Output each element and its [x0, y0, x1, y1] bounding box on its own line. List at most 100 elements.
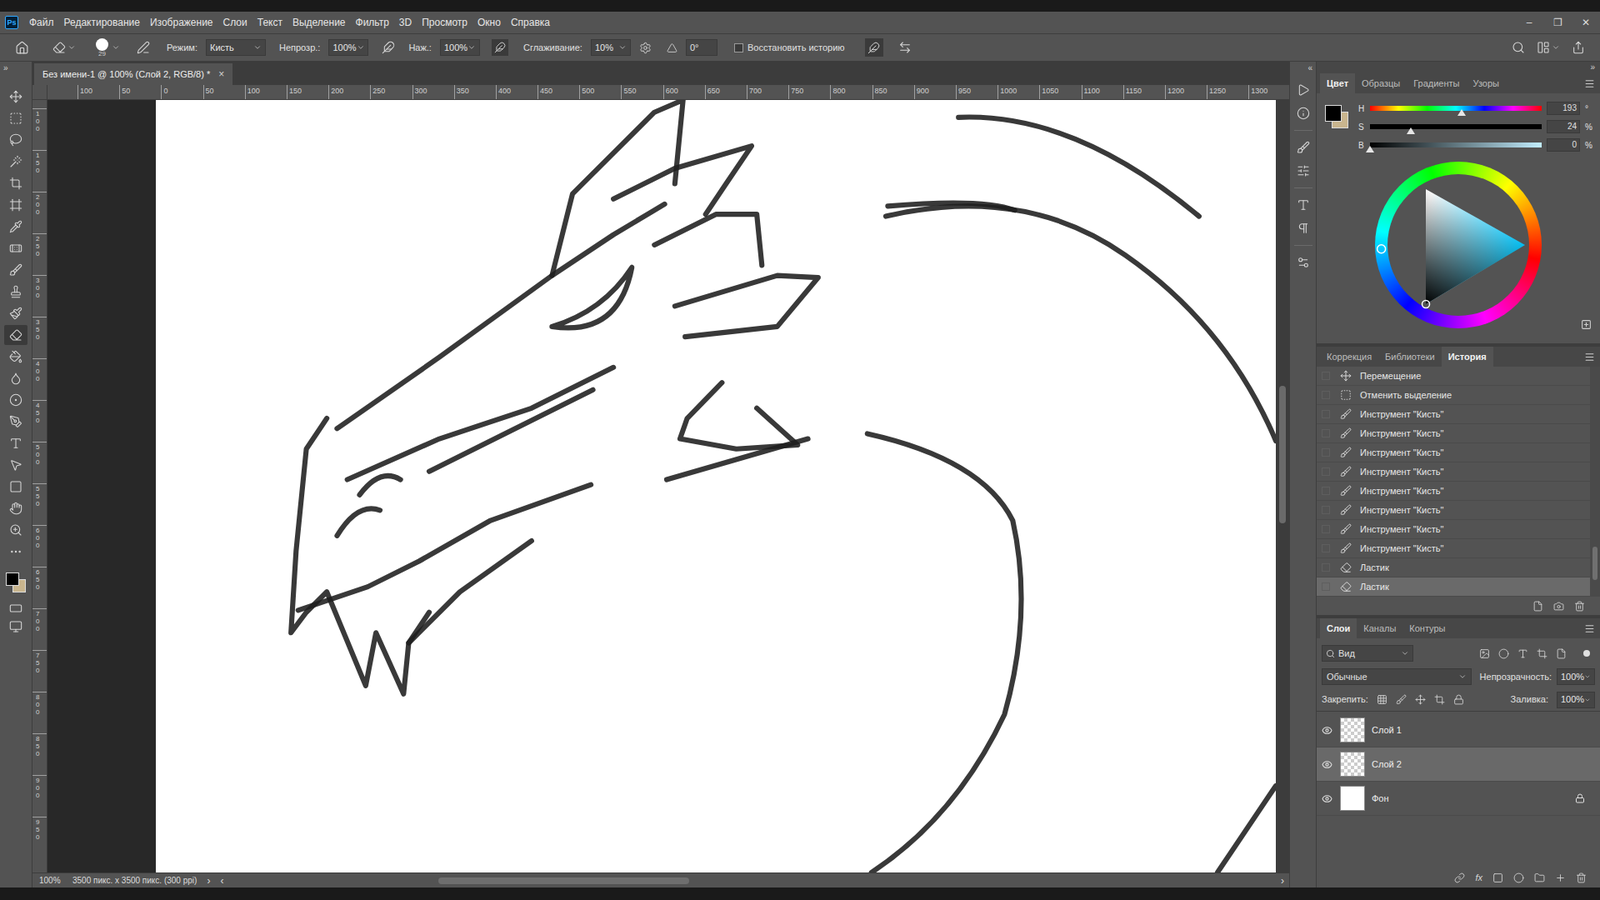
panel-tab[interactable]: Контуры	[1402, 618, 1452, 639]
pressure-size-icon[interactable]	[867, 41, 880, 55]
adjustment-layer-icon[interactable]	[1513, 872, 1525, 884]
lock-all-icon[interactable]	[1453, 694, 1465, 705]
brush-settings-icon[interactable]	[136, 40, 150, 55]
document-canvas[interactable]	[155, 100, 1276, 873]
panel-tab[interactable]: Каналы	[1356, 618, 1403, 639]
visibility-eye-icon[interactable]	[1321, 725, 1333, 736]
menu-item[interactable]: Справка	[506, 15, 555, 30]
menu-item[interactable]: Окно	[473, 15, 505, 30]
scroll-right[interactable]: ›	[1280, 873, 1285, 889]
trash-icon[interactable]	[1574, 600, 1585, 612]
close-tab-button[interactable]: ×	[218, 66, 225, 82]
tool-button[interactable]	[4, 390, 28, 410]
tool-button[interactable]	[4, 476, 28, 497]
history-item[interactable]: Инструмент "Кисть"	[1316, 462, 1590, 482]
menu-item[interactable]: Файл	[25, 15, 59, 30]
tool-button[interactable]	[4, 498, 28, 519]
panel-shortcut-icon[interactable]	[1296, 140, 1310, 155]
window-control[interactable]: ✕	[1571, 11, 1600, 34]
color-wheel[interactable]	[1375, 161, 1542, 329]
channel-value[interactable]: 193	[1546, 101, 1580, 115]
panel-tab[interactable]: Цвет	[1320, 73, 1355, 94]
panel-shortcut-icon[interactable]	[1296, 255, 1310, 270]
visibility-eye-icon[interactable]	[1321, 793, 1333, 805]
color-slider[interactable]	[1370, 105, 1542, 111]
tool-button[interactable]	[4, 346, 28, 367]
horizontal-scrollbar[interactable]	[228, 876, 1276, 885]
slider-thumb[interactable]	[1457, 109, 1466, 116]
scroll-thumb[interactable]	[438, 877, 690, 885]
panels-toggle[interactable]: »	[1316, 61, 1600, 74]
color-swatches[interactable]	[1323, 101, 1354, 132]
history-item[interactable]: Ластик	[1316, 577, 1590, 597]
history-item[interactable]: Инструмент "Кисть"	[1316, 539, 1590, 559]
panel-shortcut-icon[interactable]	[1296, 198, 1310, 212]
menu-item[interactable]: Текст	[253, 15, 287, 30]
visibility-eye-icon[interactable]	[1321, 759, 1333, 770]
quick-mask-icon[interactable]	[9, 601, 23, 615]
panel-shortcut-icon[interactable]	[1296, 164, 1310, 178]
history-item[interactable]: Ластик	[1316, 558, 1590, 578]
adjustment-filter-icon[interactable]	[1498, 648, 1510, 660]
panel-menu-icon[interactable]	[1584, 78, 1595, 90]
hue-marker[interactable]	[1377, 245, 1386, 254]
search-icon[interactable]	[1511, 40, 1525, 55]
layer-row[interactable]: Фон	[1316, 781, 1600, 816]
layer-mask-icon[interactable]	[1492, 872, 1504, 884]
layer-effects-button[interactable]: fx	[1475, 870, 1483, 885]
tool-button[interactable]	[4, 108, 28, 129]
symmetry-icon[interactable]	[898, 40, 912, 55]
flow-field[interactable]: 100%	[440, 39, 480, 56]
toolbar-toggle[interactable]: »	[0, 61, 32, 75]
blend-mode-select[interactable]: Обычные	[1321, 668, 1472, 685]
icon-column-toggle[interactable]: «	[1290, 61, 1316, 75]
color-slider[interactable]	[1370, 124, 1542, 130]
lock-artboard-icon[interactable]	[1434, 694, 1445, 705]
color-slider[interactable]	[1370, 142, 1542, 148]
panel-shortcut-icon[interactable]	[1296, 83, 1310, 97]
history-scrollbar[interactable]	[1590, 366, 1600, 597]
workspace-icon[interactable]	[1536, 40, 1550, 55]
opacity-field[interactable]: 100%	[328, 39, 369, 56]
history-item[interactable]: Перемещение	[1316, 366, 1590, 386]
vertical-scrollbar[interactable]	[1275, 100, 1290, 873]
tool-button[interactable]	[4, 173, 28, 194]
tool-button[interactable]	[4, 303, 28, 324]
panel-tab[interactable]: Коррекция	[1320, 346, 1379, 367]
tone-marker[interactable]	[1422, 300, 1430, 309]
tool-button[interactable]	[4, 433, 28, 454]
tool-button[interactable]	[4, 260, 28, 280]
smoothing-field[interactable]: 10%	[590, 39, 631, 56]
tool-button[interactable]	[4, 325, 28, 345]
new-document-icon[interactable]	[1532, 600, 1544, 612]
slider-thumb[interactable]	[1365, 145, 1375, 153]
history-item[interactable]: Инструмент "Кисть"	[1316, 443, 1590, 463]
history-item[interactable]: Инструмент "Кисть"	[1316, 520, 1590, 540]
home-icon[interactable]	[15, 40, 30, 55]
tool-button[interactable]	[4, 130, 28, 150]
link-layers-icon[interactable]	[1454, 872, 1465, 884]
menu-item[interactable]: Слои	[219, 15, 252, 30]
panel-shortcut-icon[interactable]	[1296, 221, 1310, 235]
window-control[interactable]: –	[1515, 11, 1544, 34]
tool-button[interactable]	[4, 195, 28, 215]
layer-opacity-field[interactable]: 100%	[1556, 668, 1595, 685]
mode-select[interactable]: Кисть	[205, 39, 266, 56]
new-layer-icon[interactable]	[1555, 872, 1566, 884]
zoom-level[interactable]: 100%	[39, 874, 70, 887]
channel-value[interactable]: 24	[1546, 120, 1580, 134]
panel-tab[interactable]: Библиотеки	[1378, 346, 1442, 367]
tool-button[interactable]	[4, 151, 28, 172]
gear-icon[interactable]	[639, 41, 652, 55]
menu-item[interactable]: Изображение	[145, 15, 218, 30]
panel-menu-icon[interactable]	[1584, 351, 1595, 363]
eraser-icon[interactable]	[52, 40, 66, 55]
document-tab[interactable]: Без имени-1 @ 100% (Слой 2, RGB/8) *×	[34, 63, 233, 85]
trash-icon[interactable]	[1575, 872, 1587, 884]
angle-field[interactable]: 0°	[685, 39, 718, 56]
panel-tab[interactable]: Слои	[1320, 618, 1357, 639]
pixel-filter-icon[interactable]	[1479, 648, 1490, 660]
panel-menu-icon[interactable]	[1584, 623, 1595, 635]
type-filter-icon[interactable]	[1517, 648, 1529, 660]
history-item[interactable]: Отменить выделение	[1316, 385, 1590, 405]
